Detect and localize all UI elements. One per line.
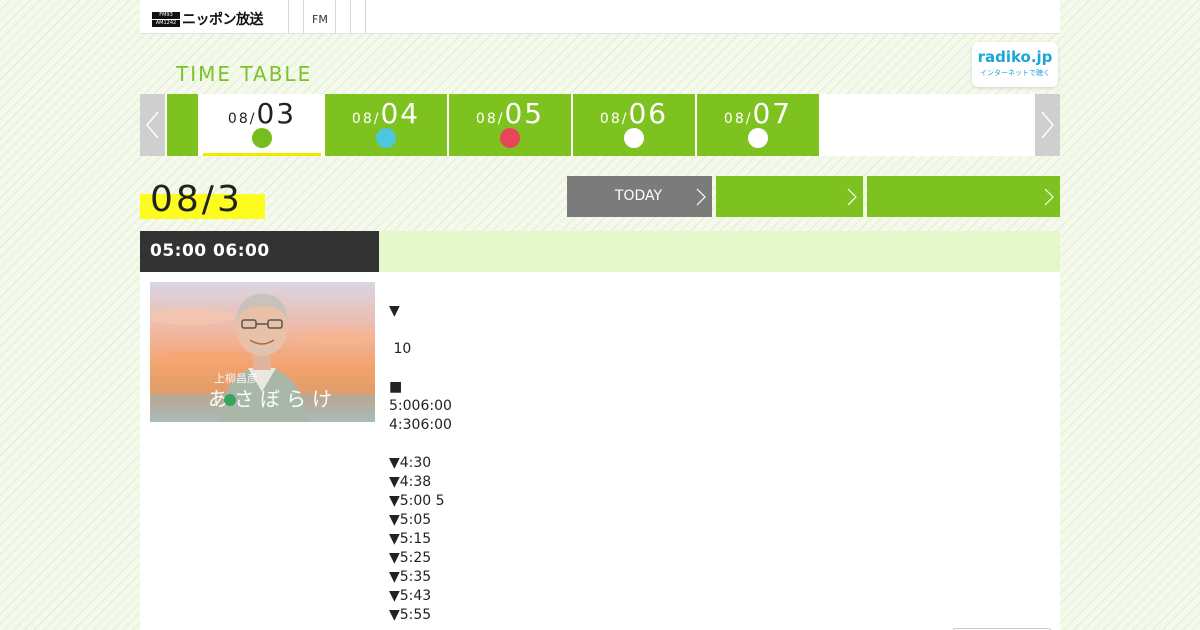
chevron-left-icon [146, 111, 159, 139]
program-description-line: 5:006:00 [389, 398, 452, 414]
program-description-line: ▼ [389, 303, 400, 319]
today-button[interactable]: TODAY [567, 176, 712, 217]
nav-divider [335, 0, 336, 34]
program-description-line [389, 321, 452, 340]
nav-divider [365, 0, 366, 34]
date-tab-month: 08/ [599, 111, 629, 127]
date-tab-day: 06 [628, 97, 669, 130]
nav-divider [350, 0, 351, 34]
chevron-right-icon [847, 188, 857, 206]
date-tab-dot [500, 128, 520, 148]
date-tab[interactable]: 08/03 [201, 94, 323, 156]
program-header: 05:00 06:00 [140, 231, 1060, 272]
date-tab[interactable]: 08/07 [697, 94, 819, 156]
date-tab-day: 05 [504, 97, 545, 130]
nav-item-fm[interactable]: FM [312, 13, 328, 26]
previous-week-button[interactable] [140, 94, 165, 156]
program-description-line: ▼4:30 [389, 455, 432, 471]
chevron-right-icon [1044, 188, 1054, 206]
program-time-range: 05:00 06:00 [140, 231, 379, 272]
program-description-line: ▼5:25 [389, 550, 432, 566]
program-description-line: ▼5:55 [389, 607, 432, 623]
date-tab-dot [376, 128, 396, 148]
date-tab-dot [252, 128, 272, 148]
current-date-heading: 08/3 [140, 179, 265, 220]
radiko-button[interactable]: radiko.jp インターネットで聴く [972, 42, 1058, 87]
program-thumbnail-image: 上柳昌彦 あさぼらけ [150, 282, 375, 422]
program-list-button[interactable] [867, 176, 1060, 217]
date-tab-day: 03 [256, 97, 297, 130]
current-date-text: 08/3 [150, 179, 243, 220]
schedule-link-button[interactable] [716, 176, 863, 217]
program-description-line: ■ [389, 379, 403, 395]
thumbnail-host-name: 上柳昌彦 [214, 371, 258, 385]
program-description-line: 10 [389, 341, 412, 357]
chevron-right-icon [1041, 111, 1054, 139]
program-description-line: ▼5:05 [389, 512, 432, 528]
program-detail: 上柳昌彦 あさぼらけ ▼ 10 ■ 5:006:00 4:306:00 ▼4:30 ▼4:… [140, 272, 1060, 630]
next-week-button[interactable] [1035, 94, 1060, 156]
logo-badge-fm: FM93 [152, 11, 180, 19]
date-tab-spacer [167, 94, 198, 156]
nav-divider [303, 0, 304, 34]
program-description-line [389, 435, 452, 454]
top-navigation-bar: FM93 AM1242 ニッポン放送 FM [140, 0, 1060, 34]
logo-text: ニッポン放送 [182, 12, 264, 28]
nav-divider [288, 0, 289, 34]
date-tab-month: 08/ [723, 111, 753, 127]
program-description-line: ▼5:00 5 [389, 493, 445, 509]
date-tab-dot [748, 128, 768, 148]
date-tab[interactable]: 08/06 [573, 94, 695, 156]
program-description-line [389, 359, 452, 378]
date-tab-month: 08/ [227, 111, 257, 127]
logo-badge-am: AM1242 [152, 19, 180, 27]
program-description-line: ▼5:15 [389, 531, 432, 547]
date-tab-month: 08/ [475, 111, 505, 127]
nippon-broadcasting-logo[interactable]: FM93 AM1242 ニッポン放送 [152, 11, 264, 28]
timetable-title: TIME TABLE [176, 62, 313, 86]
program-description-line: 4:306:00 [389, 417, 452, 433]
logo-frequency-badge: FM93 AM1242 [152, 11, 180, 27]
today-button-label: TODAY [614, 188, 663, 204]
date-tab[interactable]: 08/05 [449, 94, 571, 156]
program-description-line: ▼5:43 [389, 588, 432, 604]
chevron-right-icon [696, 188, 706, 206]
radiko-subtitle: インターネットで聴く [980, 69, 1050, 77]
program-description: ▼ 10 ■ 5:006:00 4:306:00 ▼4:30 ▼4:38 ▼5:00 5 ▼5… [389, 302, 452, 625]
date-tab-day: 07 [752, 97, 793, 130]
program-thumbnail[interactable]: 上柳昌彦 あさぼらけ [150, 282, 375, 422]
radiko-logo: radiko.jp [977, 48, 1053, 66]
date-tab-dot [624, 128, 644, 148]
program-description-line: ▼5:35 [389, 569, 432, 585]
date-navigation: 08/03 08/04 08/05 08/06 08/07 [140, 94, 1060, 156]
date-tab-day: 04 [380, 97, 421, 130]
date-tab[interactable]: 08/04 [325, 94, 447, 156]
date-tab-month: 08/ [351, 111, 381, 127]
program-description-line: ▼4:38 [389, 474, 432, 490]
